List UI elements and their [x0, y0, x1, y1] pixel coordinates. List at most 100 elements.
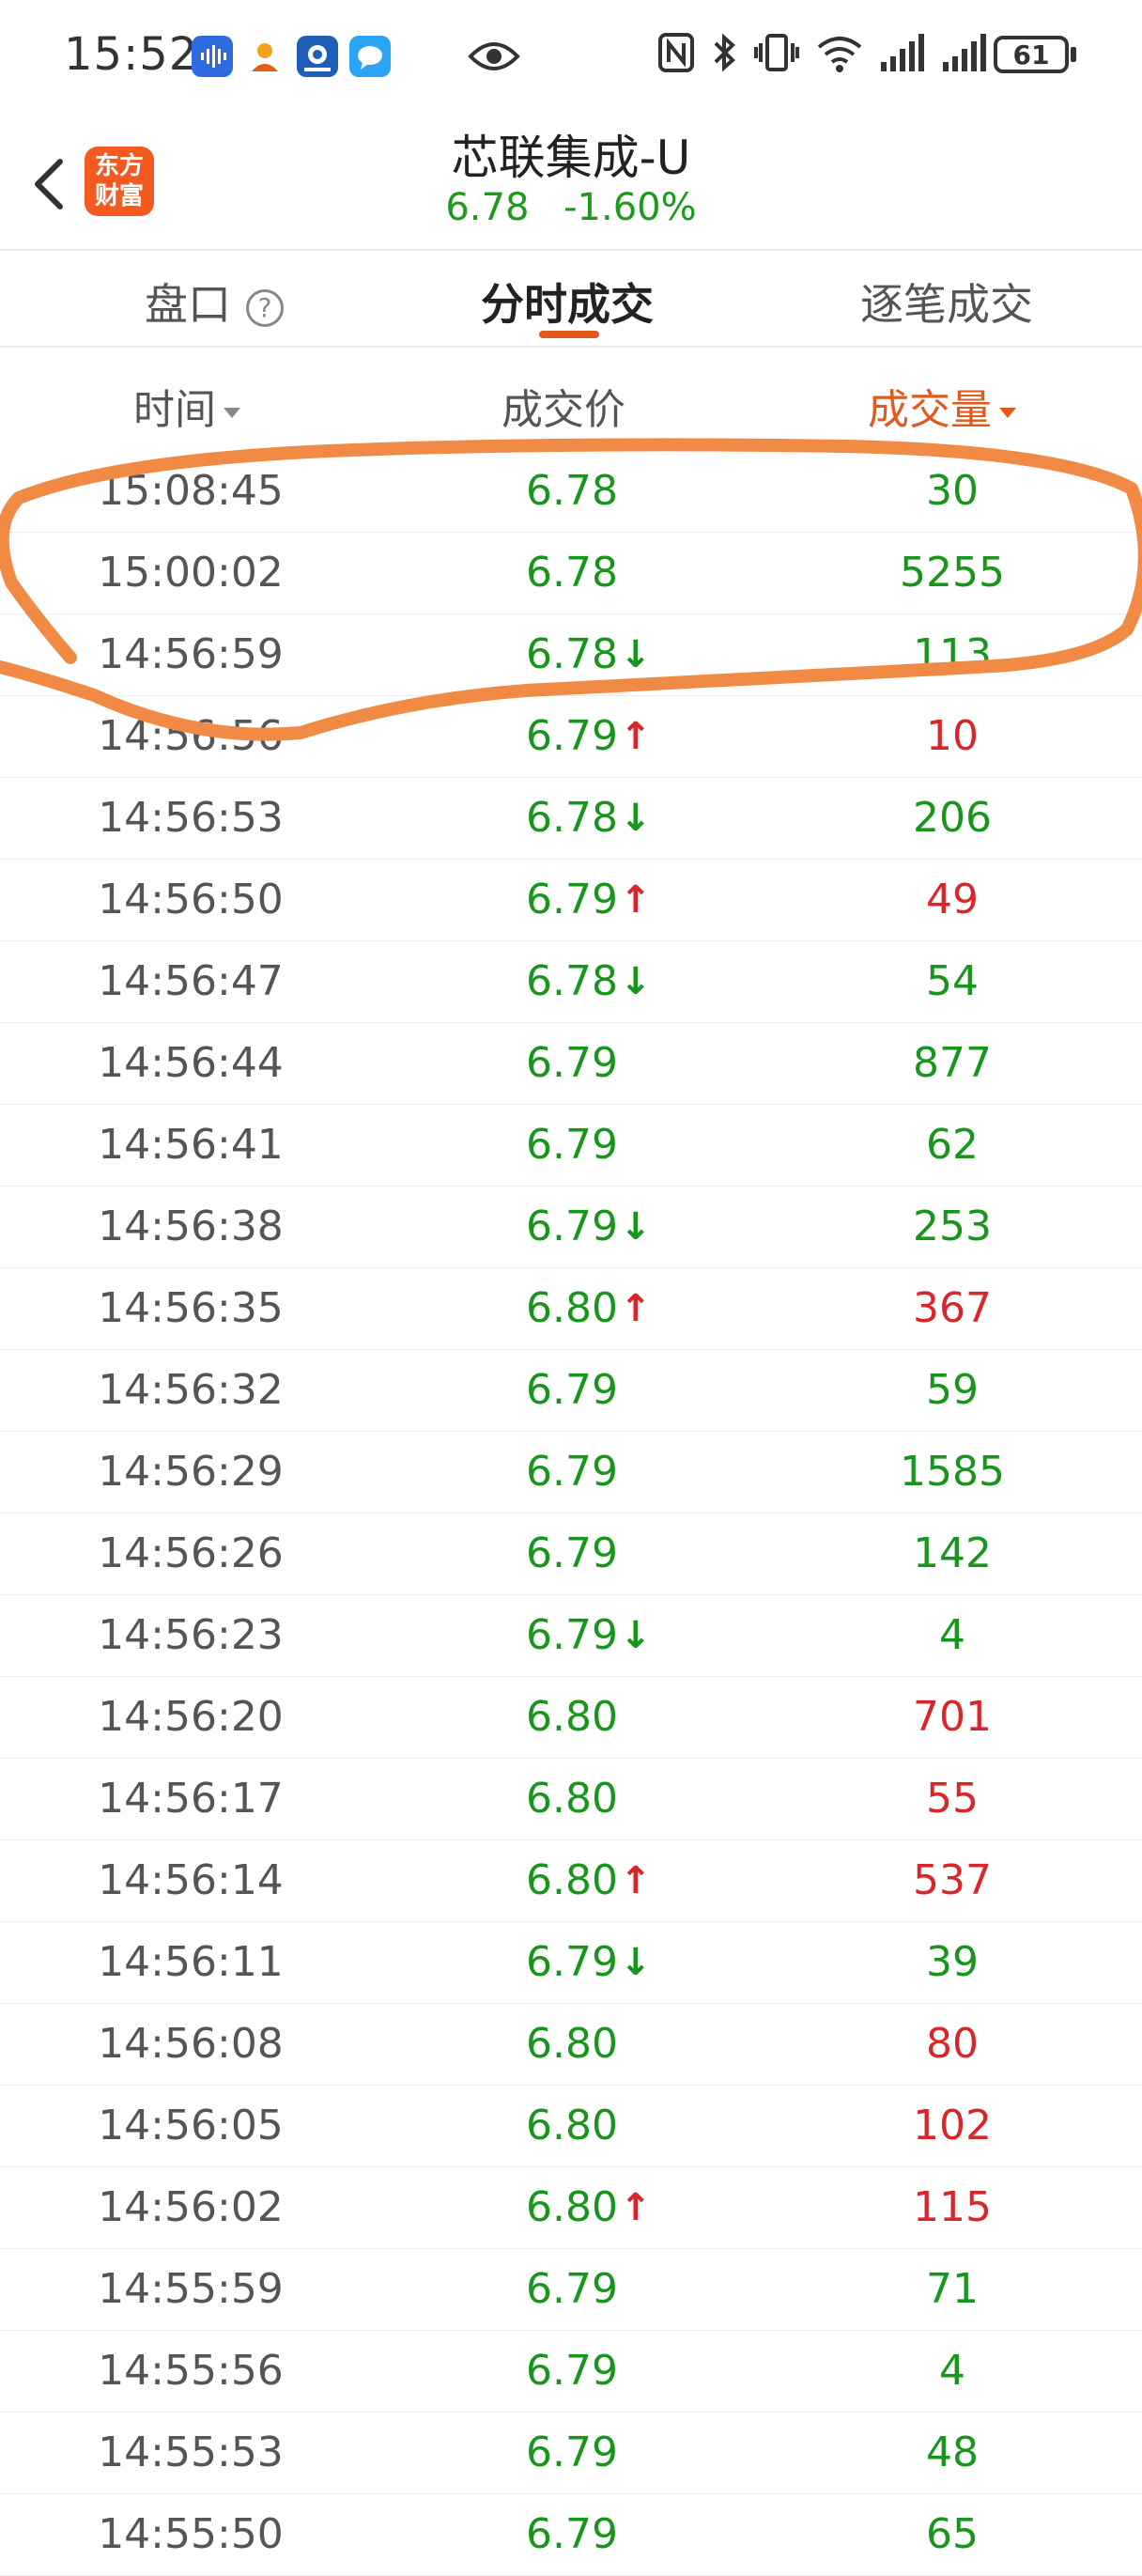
- trade-price-cell: 6.79 ↓: [381, 1187, 763, 1267]
- stock-name: 芯联集成-U: [451, 131, 691, 185]
- trade-time: 14:56:50: [98, 876, 284, 923]
- tab-time-trades[interactable]: 分时成交: [481, 271, 654, 333]
- table-row: 14:56:08 6.80 80: [0, 2004, 1142, 2086]
- trade-price-cell: 6.80 ↑: [381, 1268, 763, 1349]
- trade-price-cell: 6.79 ↓: [381, 1922, 763, 2003]
- trade-volume: 102: [913, 2102, 992, 2149]
- trade-volume: 115: [913, 2183, 992, 2231]
- trade-time: 14:56:14: [98, 1856, 284, 1904]
- trade-time: 14:56:26: [98, 1529, 284, 1577]
- table-row: 14:56:41 6.79 62: [0, 1105, 1142, 1187]
- trade-price-cell: 6.79: [381, 1350, 763, 1431]
- battery-cap: [1071, 47, 1076, 62]
- trade-price-cell: 6.79: [381, 2331, 763, 2412]
- trade-price: 6.80: [526, 1284, 618, 1332]
- trade-volume: 48: [926, 2429, 979, 2476]
- help-icon[interactable]: ?: [246, 288, 284, 327]
- trade-volume: 4: [939, 1611, 965, 1659]
- column-header-price: 成交价: [502, 376, 625, 436]
- trade-price-cell: 6.78 ↓: [381, 778, 763, 859]
- trade-volume: 1585: [900, 1448, 1005, 1496]
- tab-label: 盘口: [145, 279, 231, 330]
- trade-volume: 65: [926, 2510, 979, 2558]
- signal-icon: [943, 34, 986, 71]
- sort-caret-icon: [224, 407, 240, 418]
- trade-price: 6.79: [526, 2265, 618, 2313]
- trade-time: 14:56:32: [98, 1366, 284, 1414]
- trade-price-cell: 6.79: [381, 2249, 763, 2330]
- arrow-up-icon: ↑: [620, 1287, 652, 1330]
- stock-change-pct: -1.60%: [563, 186, 697, 229]
- trade-volume: 62: [926, 1121, 979, 1169]
- trade-price-cell: 6.80: [381, 1759, 763, 1839]
- trade-price: 6.78: [526, 549, 618, 597]
- table-row: 14:55:50 6.79 65: [0, 2494, 1142, 2576]
- table-row: 14:56:23 6.79 ↓ 4: [0, 1595, 1142, 1677]
- table-row: 14:56:44 6.79 877: [0, 1023, 1142, 1105]
- wifi-icon: [817, 37, 862, 72]
- trade-time: 14:56:08: [98, 2020, 284, 2068]
- trade-price: 6.78: [526, 794, 618, 842]
- trade-volume: 49: [926, 876, 979, 923]
- trade-time: 14:56:11: [98, 1938, 284, 1986]
- column-header-label: 成交价: [502, 386, 625, 434]
- eye-icon: [468, 42, 520, 70]
- bank-app-icon: [297, 36, 338, 77]
- trade-time: 15:08:45: [98, 467, 284, 515]
- tab-label: 分时成交: [481, 279, 654, 330]
- message-app-icon: [349, 36, 391, 77]
- arrow-up-icon: ↑: [620, 2186, 652, 2229]
- trade-volume: 113: [913, 630, 992, 678]
- table-row: 14:55:59 6.79 71: [0, 2249, 1142, 2331]
- stock-header: 东方 财富 芯联集成-U 6.78 -1.60%: [0, 113, 1142, 244]
- tab-tick-trades[interactable]: 逐笔成交: [860, 271, 1033, 333]
- arrow-down-icon: ↓: [620, 1614, 652, 1657]
- trade-price: 6.79: [526, 1938, 618, 1986]
- trade-price-cell: 6.80: [381, 1677, 763, 1758]
- trade-time: 14:56:23: [98, 1611, 284, 1659]
- trade-price-cell: 6.78: [381, 533, 763, 613]
- trade-price: 6.79: [526, 1448, 618, 1496]
- arrow-down-icon: ↓: [620, 960, 652, 1003]
- column-header-time[interactable]: 时间: [133, 376, 240, 436]
- status-app-icons: [192, 36, 391, 77]
- trade-price: 6.79: [526, 2347, 618, 2395]
- trade-price: 6.80: [526, 1775, 618, 1823]
- trade-volume: 4: [939, 2347, 965, 2395]
- status-time: 15:52: [64, 28, 199, 81]
- trade-price-cell: 6.79: [381, 1105, 763, 1186]
- trade-volume: 5255: [900, 549, 1005, 597]
- arrow-down-icon: ↓: [620, 1205, 652, 1249]
- trade-volume: 30: [926, 467, 979, 515]
- trade-price-cell: 6.78 ↓: [381, 941, 763, 1022]
- trade-volume: 701: [913, 1693, 992, 1741]
- column-header-label: 时间: [133, 386, 216, 434]
- trade-volume: 71: [926, 2265, 979, 2313]
- table-row: 14:55:56 6.79 4: [0, 2331, 1142, 2413]
- trade-price: 6.79: [526, 1529, 618, 1577]
- trade-volume: 206: [913, 794, 992, 842]
- trade-price-cell: 6.78: [381, 451, 763, 532]
- trade-time: 14:55:59: [98, 2265, 284, 2313]
- stock-price: 6.78: [445, 186, 530, 229]
- trade-volume: 367: [913, 1284, 992, 1332]
- table-row: 15:08:45 6.78 30: [0, 451, 1142, 533]
- table-row: 14:56:29 6.79 1585: [0, 1432, 1142, 1513]
- column-header-label: 成交量: [868, 386, 992, 434]
- trade-time: 14:56:47: [98, 957, 284, 1005]
- trade-price: 6.80: [526, 2102, 618, 2149]
- arrow-up-icon: ↑: [620, 715, 652, 758]
- tab-order-book[interactable]: 盘口?: [145, 271, 284, 333]
- trade-time: 14:55:50: [98, 2510, 284, 2558]
- column-header-volume[interactable]: 成交量: [868, 376, 1016, 436]
- trade-price-cell: 6.79 ↑: [381, 696, 763, 777]
- trade-time: 15:00:02: [98, 549, 284, 597]
- trade-time: 14:55:56: [98, 2347, 284, 2395]
- trade-price: 6.79: [526, 876, 618, 923]
- trade-time: 14:56:56: [98, 712, 284, 760]
- trade-volume: 142: [913, 1529, 992, 1577]
- trade-price-cell: 6.80: [381, 2004, 763, 2085]
- trade-price-cell: 6.79: [381, 1432, 763, 1513]
- trade-time: 14:56:53: [98, 794, 284, 842]
- trade-price: 6.78: [526, 957, 618, 1005]
